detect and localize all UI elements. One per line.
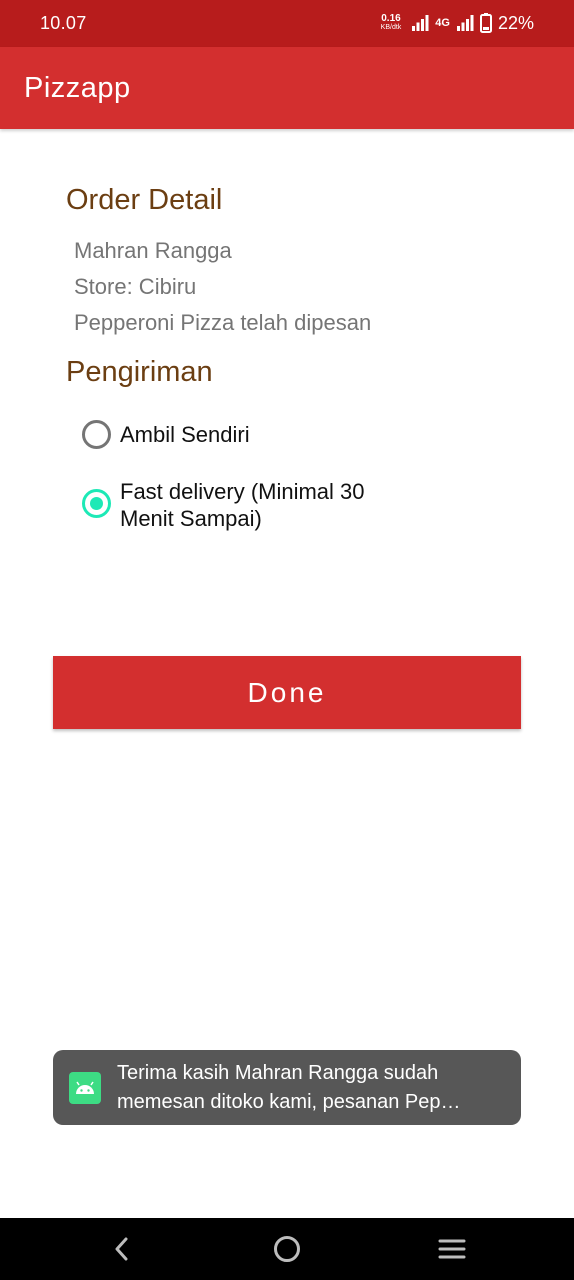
radio-option-ambil-sendiri[interactable]: Ambil Sendiri (82, 420, 420, 449)
done-button[interactable]: Done (53, 656, 521, 729)
home-icon[interactable] (269, 1232, 305, 1266)
toast-text: Terima kasih Mahran Rangga sudah memesan… (117, 1059, 501, 1117)
radio-button-selected[interactable] (82, 489, 111, 518)
network-speed-value: 0.16 (381, 13, 401, 24)
network-type: 4G (435, 17, 450, 29)
app-bar: Pizzapp (0, 47, 574, 129)
battery-icon (479, 13, 492, 33)
signal-icon (456, 15, 474, 31)
ordered-item: Pepperoni Pizza telah dipesan (74, 310, 372, 335)
navigation-bar (0, 1218, 574, 1280)
radio-label: Ambil Sendiri (120, 422, 250, 447)
status-bar: 10.07 0.16 KB/dtk 4G 22% (0, 0, 574, 47)
toast-message: Terima kasih Mahran Rangga sudah memesan… (53, 1050, 521, 1125)
signal-icon (412, 15, 429, 31)
radio-option-fast-delivery[interactable]: Fast delivery (Minimal 30 Menit Sampai) (82, 478, 420, 532)
delivery-title: Pengiriman (66, 356, 213, 388)
toast-line-1: Terima kasih Mahran Rangga sudah (117, 1061, 439, 1084)
back-icon[interactable] (104, 1232, 140, 1266)
order-detail-title: Order Detail (66, 184, 223, 216)
recents-icon[interactable] (434, 1232, 470, 1266)
android-app-icon (69, 1071, 101, 1104)
status-time: 10.07 (40, 13, 87, 33)
radio-label: Fast delivery (Minimal 30 Menit Sampai) (120, 479, 365, 531)
battery-percentage: 22% (497, 12, 534, 33)
app-title: Pizzapp (24, 72, 131, 104)
radio-button[interactable] (82, 420, 111, 449)
customer-name: Mahran Rangga (74, 238, 232, 263)
toast-line-2: memesan ditoko kami, pesanan Pep… (117, 1090, 461, 1113)
network-speed: 0.16 KB/dtk (381, 14, 402, 32)
network-speed-unit: KB/dtk (380, 24, 402, 31)
store-name: Store: Cibiru (74, 274, 197, 299)
status-icons: 0.16 KB/dtk 4G 22% (381, 11, 534, 35)
